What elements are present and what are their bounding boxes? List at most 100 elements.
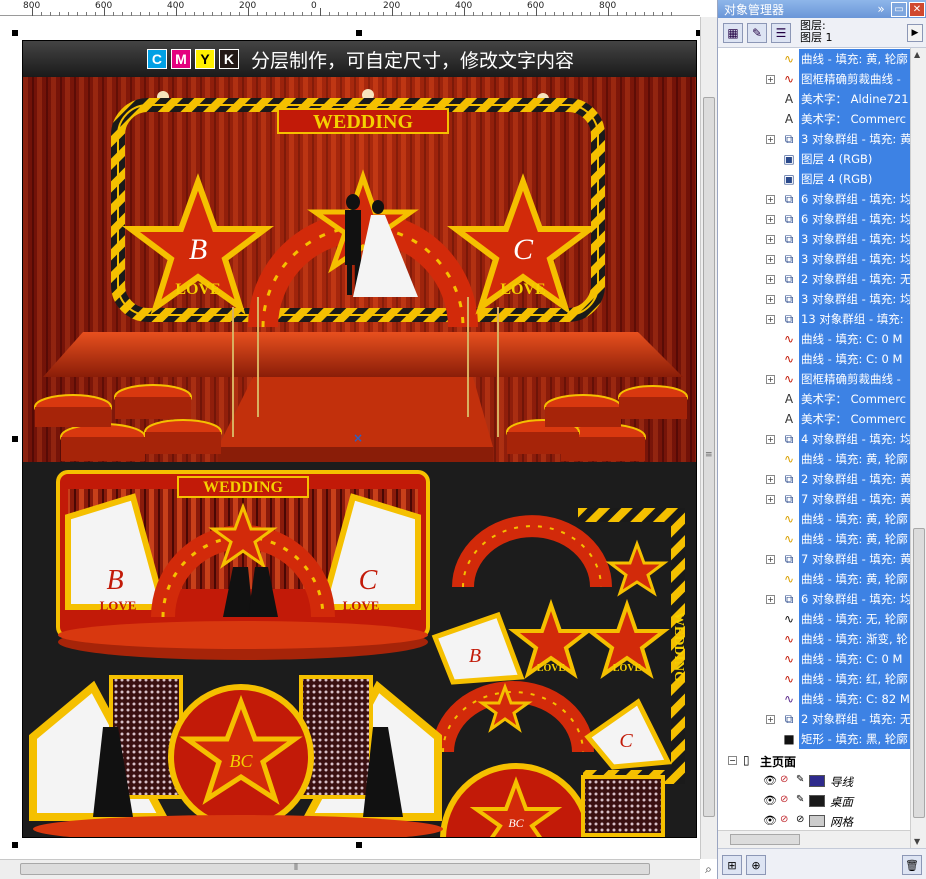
new-layer-icon[interactable]: ⊞: [722, 855, 742, 875]
object-tree-row[interactable]: ∿ 曲线 - 填充: 无, 轮廓: [718, 609, 910, 629]
object-tree-row[interactable]: ∿ 曲线 - 填充: 黄, 轮廓: [718, 509, 910, 529]
visibility-eye-icon[interactable]: 👁: [763, 774, 777, 787]
panel-hscroll-thumb[interactable]: [730, 834, 800, 845]
horizontal-scroll-thumb[interactable]: [20, 863, 650, 875]
scroll-up-icon[interactable]: ▲: [914, 50, 920, 59]
layer-flyout-arrow-icon[interactable]: ▶: [907, 24, 923, 42]
object-tree-row[interactable]: + ⧉ 3 对象群组 - 填充: 均: [718, 249, 910, 269]
expand-toggle-icon[interactable]: +: [766, 434, 775, 444]
rotation-center-icon[interactable]: ×: [353, 431, 363, 445]
object-tree-row[interactable]: A 美术字： Commerc: [718, 109, 910, 129]
expand-toggle-icon[interactable]: +: [766, 294, 775, 304]
selection-handle-ml[interactable]: [12, 436, 18, 442]
visibility-eye-icon[interactable]: 👁: [763, 814, 777, 827]
right-element-set[interactable]: WEDDING B LOVE LOVE C BC: [431, 508, 686, 838]
object-tree-row[interactable]: ■ 矩形 - 填充: 黑, 轮廓: [718, 729, 910, 749]
visibility-eye-icon[interactable]: 👁: [763, 794, 777, 807]
layer-manager-view-icon[interactable]: ☰: [771, 23, 791, 43]
expand-toggle-icon[interactable]: +: [766, 274, 775, 284]
expand-toggle-icon[interactable]: +: [766, 594, 775, 604]
new-master-layer-icon[interactable]: ⊕: [746, 855, 766, 875]
object-tree-row[interactable]: + ∿ 图框精确剪裁曲线 -: [718, 369, 910, 389]
expand-toggle-icon[interactable]: +: [766, 134, 775, 144]
edit-pencil-icon[interactable]: ✎: [796, 774, 804, 785]
expand-toggle-icon[interactable]: +: [766, 314, 775, 324]
object-tree-row[interactable]: + ⧉ 2 对象群组 - 填充: 黄: [718, 469, 910, 489]
vertical-scrollbar[interactable]: ≡: [700, 17, 717, 859]
object-tree-row[interactable]: + ⧉ 3 对象群组 - 填充: 均: [718, 289, 910, 309]
print-toggle-icon[interactable]: ⊘: [780, 794, 788, 805]
selection-handle-bc[interactable]: [356, 842, 362, 848]
object-tree-row[interactable]: ▣ 图层 4 (RGB): [718, 149, 910, 169]
selection-handle-tl[interactable]: [12, 30, 18, 36]
edit-pencil-icon[interactable]: ✎: [796, 794, 804, 805]
object-tree-row[interactable]: + ⧉ 6 对象群组 - 填充: 均: [718, 189, 910, 209]
panel-vertical-scrollbar[interactable]: ▲ ▼: [910, 48, 926, 848]
horizontal-scrollbar[interactable]: ⦀: [0, 859, 700, 879]
master-layer-row[interactable]: 👁 ⊘ ✎ 导线: [718, 771, 910, 791]
group-icon: ⧉: [784, 211, 794, 226]
print-toggle-icon[interactable]: ⊘: [780, 814, 788, 825]
zoom-icon[interactable]: ⌕: [700, 859, 717, 879]
object-tree-row[interactable]: + ⧉ 2 对象群组 - 填充: 无: [718, 269, 910, 289]
show-properties-icon[interactable]: ▦: [723, 23, 743, 43]
expand-arrows-icon[interactable]: »: [873, 2, 889, 17]
main-stage-scene[interactable]: WEDDING B LOVE C LOVE: [23, 77, 697, 462]
object-tree-row[interactable]: + ∿ 图框精确剪裁曲线 -: [718, 69, 910, 89]
object-tree-row[interactable]: ∿ 曲线 - 填充: 黄, 轮廓: [718, 529, 910, 549]
object-tree-row[interactable]: ∿ 曲线 - 填充: 黄, 轮廓: [718, 49, 910, 69]
object-tree-row[interactable]: ∿ 曲线 - 填充: C: 0 M: [718, 349, 910, 369]
object-tree-row[interactable]: ∿ 曲线 - 填充: 红, 轮廓: [718, 669, 910, 689]
second-stage-design[interactable]: WEDDING B LOVE C LOVE: [56, 470, 430, 660]
selection-handle-bl[interactable]: [12, 842, 18, 848]
object-tree-row[interactable]: ∿ 曲线 - 填充: 渐变, 轮: [718, 629, 910, 649]
object-tree-row[interactable]: + ⧉ 7 对象群组 - 填充: 黄: [718, 549, 910, 569]
master-page-row[interactable]: − ▯ 主页面: [718, 751, 910, 771]
master-layer-row[interactable]: 👁 ⊘ ⊘ 网格: [718, 811, 910, 831]
close-button[interactable]: ✕: [909, 1, 925, 17]
bottom-stage-design[interactable]: BC: [29, 675, 443, 838]
object-tree-row[interactable]: A 美术字： Commerc: [718, 409, 910, 429]
print-toggle-icon[interactable]: ⊘: [780, 774, 788, 785]
lock-toggle-icon[interactable]: ⊘: [796, 814, 804, 825]
collapse-toggle-icon[interactable]: −: [728, 756, 737, 765]
object-tree-row[interactable]: A 美术字： Commerc: [718, 389, 910, 409]
object-tree[interactable]: ∿ 曲线 - 填充: 黄, 轮廓 + ∿ 图框精确剪裁曲线 - A 美术字： Aldine7…: [718, 48, 910, 848]
expand-toggle-icon[interactable]: +: [766, 494, 775, 504]
object-tree-row[interactable]: + ⧉ 7 对象群组 - 填充: 黄: [718, 489, 910, 509]
expand-toggle-icon[interactable]: +: [766, 234, 775, 244]
object-tree-row[interactable]: + ⧉ 2 对象群组 - 填充: 无: [718, 709, 910, 729]
object-tree-row[interactable]: ∿ 曲线 - 填充: C: 0 M: [718, 329, 910, 349]
expand-toggle-icon[interactable]: +: [766, 254, 775, 264]
panel-horizontal-scrollbar[interactable]: [718, 830, 910, 848]
selection-handle-tc[interactable]: [356, 30, 362, 36]
object-tree-row[interactable]: + ⧉ 3 对象群组 - 填充: 均: [718, 229, 910, 249]
scroll-down-icon[interactable]: ▼: [914, 837, 920, 846]
master-layer-row[interactable]: 👁 ⊘ ✎ 桌面: [718, 791, 910, 811]
panel-scroll-thumb[interactable]: [913, 528, 925, 818]
expand-toggle-icon[interactable]: +: [766, 554, 775, 564]
delete-icon[interactable]: 🗑: [902, 855, 922, 875]
object-tree-row[interactable]: ∿ 曲线 - 填充: C: 82 M: [718, 689, 910, 709]
expand-toggle-icon[interactable]: +: [766, 194, 775, 204]
object-tree-row[interactable]: + ⧉ 3 对象群组 - 填充: 黄: [718, 129, 910, 149]
object-tree-row[interactable]: ∿ 曲线 - 填充: 黄, 轮廓: [718, 449, 910, 469]
object-tree-row[interactable]: ∿ 曲线 - 填充: C: 0 M: [718, 649, 910, 669]
minimize-button[interactable]: ▭: [891, 1, 907, 17]
expand-toggle-icon[interactable]: +: [766, 714, 775, 724]
object-tree-row[interactable]: + ⧉ 6 对象群组 - 填充: 均: [718, 209, 910, 229]
expand-toggle-icon[interactable]: +: [766, 474, 775, 484]
expand-toggle-icon[interactable]: +: [766, 374, 775, 384]
object-tree-row[interactable]: + ⧉ 4 对象群组 - 填充: 均: [718, 429, 910, 449]
expand-toggle-icon[interactable]: +: [766, 74, 775, 84]
object-tree-row[interactable]: A 美术字： Aldine721: [718, 89, 910, 109]
panel-titlebar[interactable]: 对象管理器 » ▭ ✕: [718, 0, 926, 18]
horizontal-ruler[interactable]: 800 600 400 200 0 200 400 600 800: [0, 0, 700, 16]
object-tree-row[interactable]: + ⧉ 13 对象群组 - 填充:: [718, 309, 910, 329]
object-tree-row[interactable]: ▣ 图层 4 (RGB): [718, 169, 910, 189]
edit-across-layers-icon[interactable]: ✎: [747, 23, 767, 43]
object-tree-row[interactable]: ∿ 曲线 - 填充: 黄, 轮廓: [718, 569, 910, 589]
object-tree-row[interactable]: + ⧉ 6 对象群组 - 填充: 均: [718, 589, 910, 609]
expand-toggle-icon[interactable]: +: [766, 214, 775, 224]
wedding-stage-artwork[interactable]: WEDDING B LOVE C LOVE WEDDING B LOVE C L…: [23, 77, 697, 838]
